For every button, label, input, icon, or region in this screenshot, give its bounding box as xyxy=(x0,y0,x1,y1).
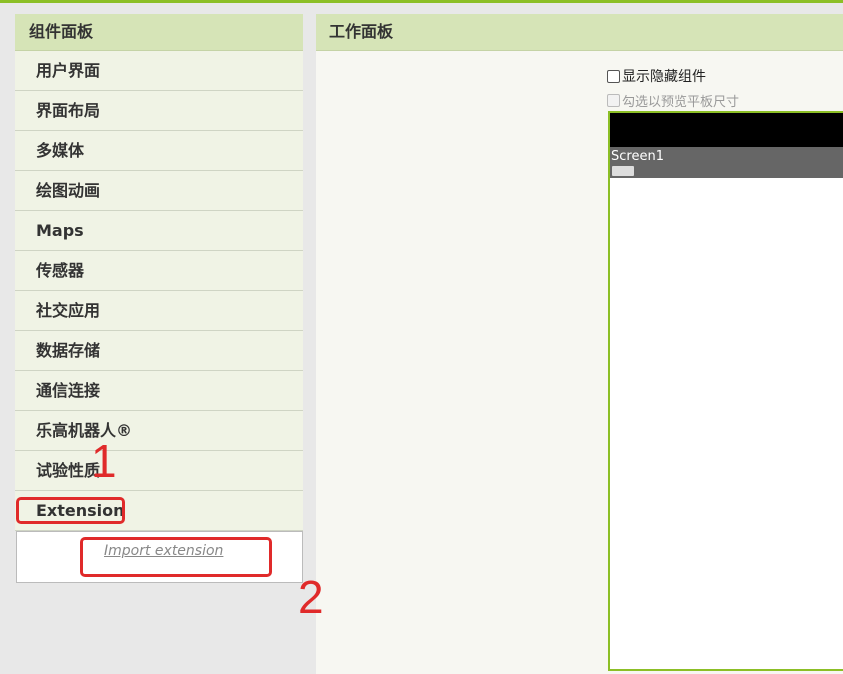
phone-status-bar xyxy=(610,113,843,147)
drawer-connectivity[interactable]: 通信连接 xyxy=(15,371,303,411)
annotation-box-extension xyxy=(16,497,125,524)
tablet-preview-checkbox xyxy=(607,94,620,107)
drawer-user-interface[interactable]: 用户界面 xyxy=(15,51,303,91)
drawer-experimental[interactable]: 试验性质 xyxy=(15,451,303,491)
drawer-sensors[interactable]: 传感器 xyxy=(15,251,303,291)
drawer-media[interactable]: 多媒体 xyxy=(15,131,303,171)
annotation-number-1: 1 xyxy=(91,435,117,487)
screen-menu-icon xyxy=(612,166,634,176)
drawer-social[interactable]: 社交应用 xyxy=(15,291,303,331)
screen-title: Screen1 xyxy=(611,149,664,164)
drawer-storage[interactable]: 数据存储 xyxy=(15,331,303,371)
annotation-box-import xyxy=(80,537,272,577)
show-hidden-components-option[interactable]: 显示隐藏组件 xyxy=(607,66,706,86)
annotation-number-2: 2 xyxy=(298,571,324,623)
palette-header: 组件面板 xyxy=(15,14,303,51)
drawer-lego-robots[interactable]: 乐高机器人® xyxy=(15,411,303,451)
drawer-layout[interactable]: 界面布局 xyxy=(15,91,303,131)
show-hidden-checkbox[interactable] xyxy=(607,69,620,83)
top-accent-bar xyxy=(0,0,843,3)
tablet-preview-label: 勾选以预览平板尺寸 xyxy=(622,95,740,110)
viewer-header: 工作面板 xyxy=(316,14,843,51)
drawer-maps[interactable]: Maps xyxy=(15,211,303,251)
drawer-drawing-animation[interactable]: 绘图动画 xyxy=(15,171,303,211)
screen-title-bar: Screen1 xyxy=(610,147,843,178)
phone-preview[interactable]: Screen1 xyxy=(608,111,843,671)
show-hidden-label: 显示隐藏组件 xyxy=(622,69,706,85)
tablet-preview-option: 勾选以预览平板尺寸 xyxy=(607,91,739,110)
